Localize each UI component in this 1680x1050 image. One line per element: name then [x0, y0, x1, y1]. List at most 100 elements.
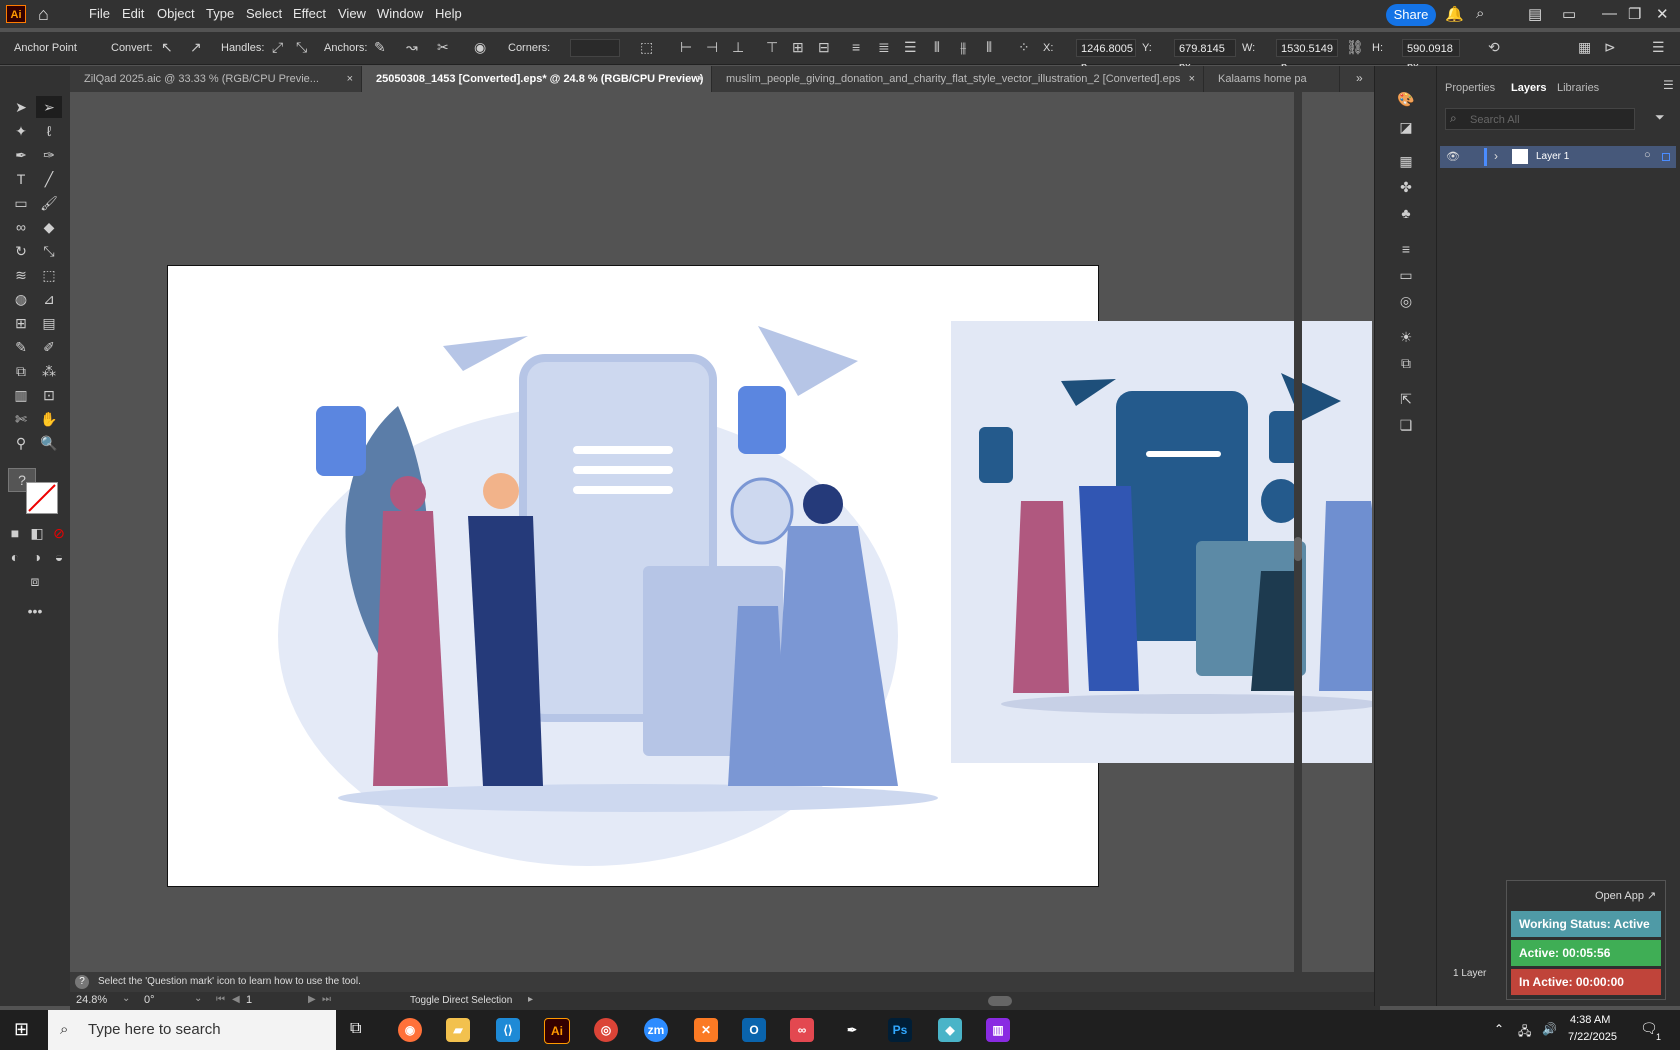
filter-icon[interactable]: ⏷ [1655, 110, 1665, 125]
type-tool-icon[interactable]: T [8, 168, 34, 190]
next-artboard-icon[interactable]: ▶ [308, 994, 316, 1005]
color-panel-icon[interactable]: 🎨 [1393, 88, 1419, 110]
artboard-tool-icon[interactable]: ⊡ [36, 384, 62, 406]
minimize-icon[interactable]: — [1602, 5, 1617, 22]
convert-smooth-icon[interactable]: ↗ [190, 39, 202, 56]
chrome-icon[interactable]: ◎ [594, 1018, 618, 1042]
creative-cloud-icon[interactable]: ∞ [790, 1018, 814, 1042]
selection-tool-icon[interactable]: ➤ [8, 96, 34, 118]
rotation-dropdown-icon[interactable]: ⌄ [194, 993, 202, 1004]
workspace-icon[interactable]: ▭ [1562, 5, 1576, 23]
search-icon[interactable]: ⌕ [1476, 5, 1484, 22]
stroke-icon[interactable]: ≡ [1393, 238, 1419, 260]
scale-tool-icon[interactable]: ⤡ [36, 240, 62, 262]
connect-anchor-icon[interactable]: ↝ [406, 39, 418, 56]
export-icon[interactable]: ⇱ [1393, 388, 1419, 410]
y-field[interactable]: 679.8145 px [1174, 39, 1236, 73]
canvas-area[interactable] [70, 92, 1372, 982]
corners-field[interactable] [570, 39, 620, 57]
screen-mode-icon[interactable]: ⧈ [22, 570, 48, 592]
menu-type[interactable]: Type [206, 6, 234, 21]
symbols-icon[interactable]: ♣ [1393, 202, 1419, 224]
artboard-number[interactable]: 1 [246, 994, 252, 1006]
menu-effect[interactable]: Effect [293, 6, 326, 21]
magic-wand-tool-icon[interactable]: ✦ [8, 120, 34, 142]
xampp-icon[interactable]: ✕ [694, 1018, 718, 1042]
path-options-icon[interactable]: ⊳ [1604, 39, 1616, 56]
panel-menu-icon[interactable]: ☰ [1652, 39, 1665, 56]
align-top-icon[interactable]: ⊤ [766, 39, 778, 56]
target-circle-icon[interactable]: ○ [1644, 149, 1651, 161]
symbol-sprayer-tool-icon[interactable]: ⁂ [36, 360, 62, 382]
align-bottom-icon[interactable]: ⊟ [818, 39, 830, 56]
vertical-scrollbar[interactable] [1294, 92, 1302, 980]
tab-properties[interactable]: Properties [1445, 82, 1495, 94]
zoom-dropdown-icon[interactable]: ⌄ [122, 993, 130, 1004]
layer-name[interactable]: Layer 1 [1536, 151, 1569, 162]
distribute-bottom-icon[interactable]: ☰ [904, 39, 917, 56]
tray-chevron-icon[interactable]: ⌃ [1494, 1022, 1504, 1036]
select-similar-icon[interactable]: ⬚ [640, 39, 653, 56]
prev-artboard-icon[interactable]: ◀ [232, 994, 240, 1005]
zoom-level[interactable]: 24.8% [76, 994, 107, 1006]
reference-point-icon[interactable]: ⁘ [1018, 39, 1030, 56]
color-guide-icon[interactable]: ◪ [1393, 116, 1419, 138]
rotate-tool-icon[interactable]: ↻ [8, 240, 34, 262]
isolate-icon[interactable]: ◉ [474, 39, 486, 56]
eraser-tool-icon[interactable]: ◆ [36, 216, 62, 238]
rectangle-tool-icon[interactable]: ▭ [8, 192, 34, 214]
gradient-panel-icon[interactable]: ▭ [1393, 264, 1419, 286]
draw-inside-icon[interactable]: ◒ [46, 546, 72, 568]
gradient-tool-icon[interactable]: ▤ [36, 312, 62, 334]
close-icon[interactable]: ✕ [1656, 5, 1669, 23]
home-icon[interactable]: ⌂ [38, 4, 49, 25]
distribute-right-icon[interactable]: ⦀ [986, 39, 992, 56]
align-center-icon[interactable]: ⊣ [706, 39, 718, 56]
menu-window[interactable]: Window [377, 6, 423, 21]
vscode-icon[interactable]: ⟨⟩ [496, 1018, 520, 1042]
distribute-top-icon[interactable]: ≡ [852, 39, 860, 55]
outlook-icon[interactable]: O [742, 1018, 766, 1042]
align-left-icon[interactable]: ⊢ [680, 39, 692, 56]
rotation-value[interactable]: 0° [144, 994, 155, 1006]
panel-options-icon[interactable]: ☰ [1663, 78, 1674, 92]
transparency-icon[interactable]: ◎ [1393, 290, 1419, 312]
cut-path-icon[interactable]: ✂ [437, 39, 449, 56]
pen-tool-app-icon[interactable]: ✒ [840, 1018, 864, 1042]
share-button[interactable]: Share [1386, 4, 1436, 26]
paintbrush-tool-icon[interactable]: 🖌 [36, 192, 62, 214]
close-tab-icon[interactable]: × [347, 66, 353, 92]
hide-handles-icon[interactable]: ⤡ [296, 39, 307, 56]
layers-search-input[interactable]: ⌕ Search All [1445, 108, 1635, 130]
more-tabs-icon[interactable]: » [1356, 71, 1363, 85]
distribute-left-icon[interactable]: ⫴ [934, 39, 940, 56]
arrange-icon[interactable]: ▦ [1578, 39, 1591, 56]
bell-icon[interactable]: 🔔 [1445, 5, 1464, 23]
graph-tool-icon[interactable]: ▥ [8, 384, 34, 406]
layer-row[interactable]: 👁 › Layer 1 ○ [1440, 146, 1676, 168]
firefox-icon[interactable]: ◉ [398, 1018, 422, 1042]
file-explorer-icon[interactable]: ▰ [446, 1018, 470, 1042]
tab-active-document[interactable]: 25050308_1453 [Converted].eps* @ 24.8 % … [362, 66, 712, 92]
puppet-warp-tool-icon[interactable]: ⚲ [8, 432, 34, 454]
pen-tool-icon[interactable]: ✒ [8, 144, 34, 166]
close-tab-icon[interactable]: × [1189, 66, 1195, 92]
photoshop-icon[interactable]: Ps [888, 1018, 912, 1042]
expand-arrow-icon[interactable]: › [1494, 149, 1498, 163]
free-transform-tool-icon[interactable]: ⬚ [36, 264, 62, 286]
direct-selection-tool-icon[interactable]: ➢ [36, 96, 62, 118]
close-tab-icon[interactable]: × [697, 66, 703, 92]
x-field[interactable]: 1246.8005 p [1076, 39, 1136, 73]
winrar-icon[interactable]: ▥ [986, 1018, 1010, 1042]
horizontal-scroll-thumb[interactable] [988, 996, 1012, 1006]
restore-icon[interactable]: ❐ [1628, 5, 1641, 23]
link-icon[interactable]: ⛓ [1346, 39, 1364, 56]
mesh-tool-icon[interactable]: ⊞ [8, 312, 34, 334]
status-menu-icon[interactable]: ▸ [528, 994, 533, 1005]
last-artboard-icon[interactable]: ⏭ [322, 994, 331, 1005]
windows-start-icon[interactable]: ⊞ [14, 1019, 29, 1040]
shaper-tool-icon[interactable]: ∞ [8, 216, 34, 238]
eyedropper-tool-icon[interactable]: ✎ [8, 336, 34, 358]
tab-kalaams[interactable]: Kalaams home pa [1204, 66, 1340, 92]
tab-layers[interactable]: Layers [1511, 82, 1546, 94]
